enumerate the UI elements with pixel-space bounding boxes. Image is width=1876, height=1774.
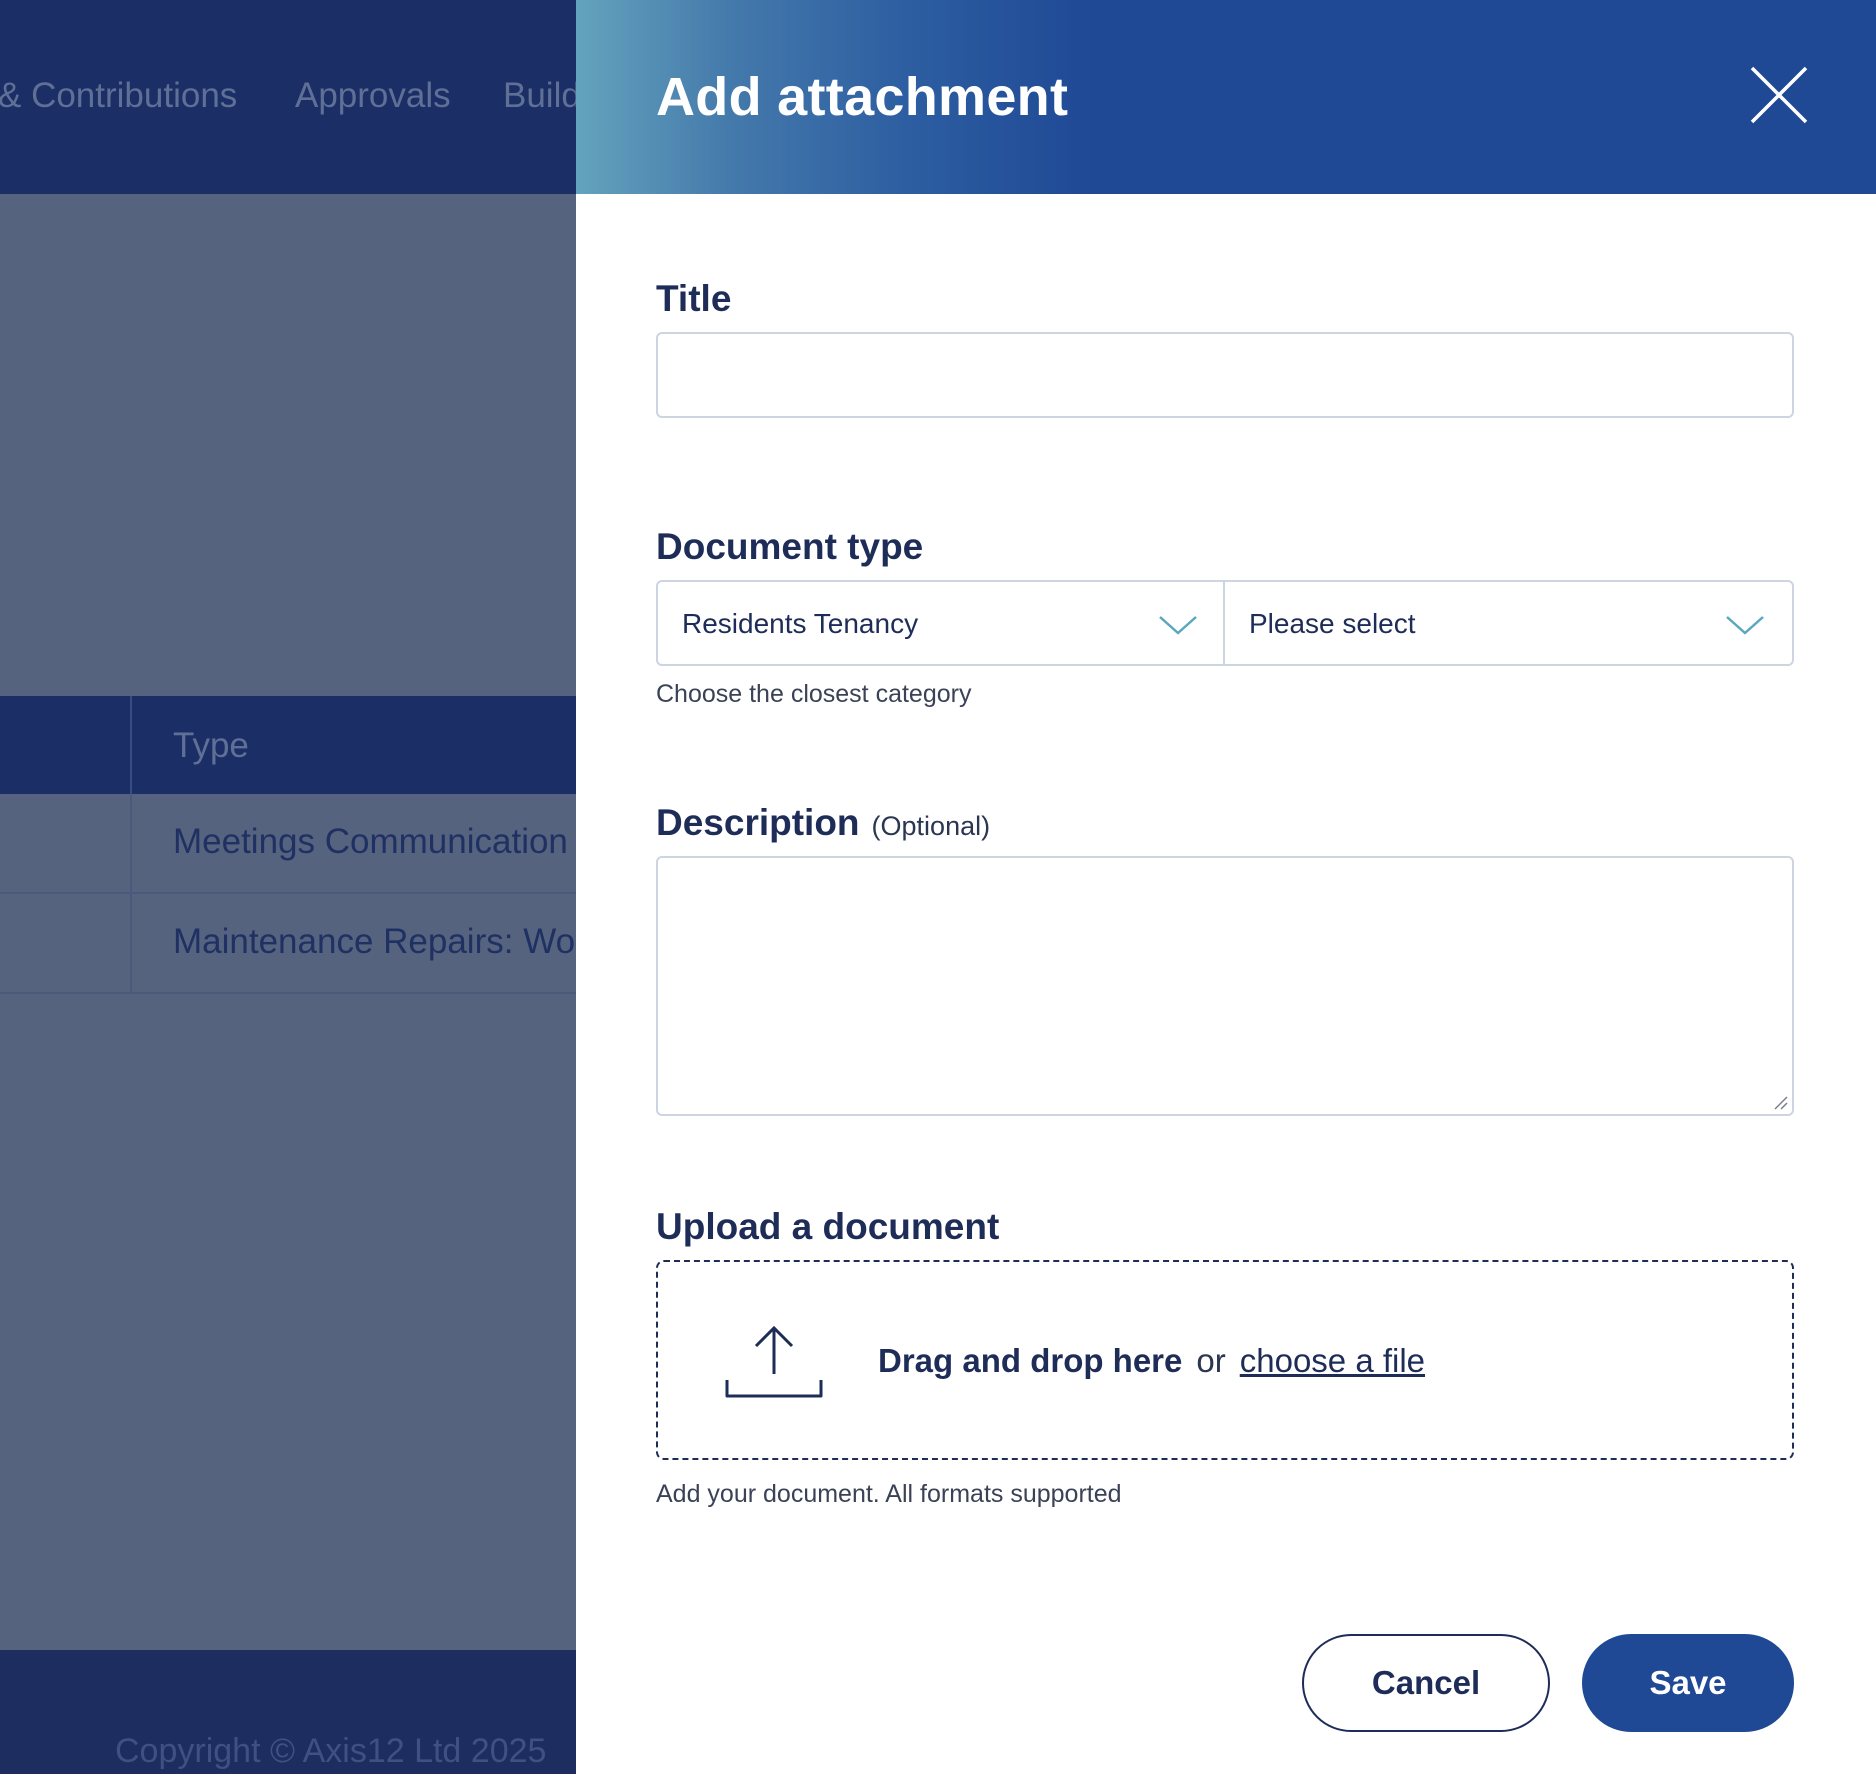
chevron-down-icon <box>1159 616 1197 635</box>
save-button[interactable]: Save <box>1582 1634 1794 1732</box>
description-textarea[interactable] <box>656 856 1794 1116</box>
upload-icon <box>725 1325 823 1398</box>
column-divider <box>130 794 132 892</box>
description-label: Description (Optional) <box>656 802 990 844</box>
title-label: Title <box>656 278 732 319</box>
chevron-down-icon <box>1726 616 1764 635</box>
table-row: Maintenance Repairs: Wo <box>0 894 576 994</box>
background-content: Type Meetings Communication Maintenance … <box>0 194 576 1650</box>
dropzone-text: Drag and drop here or choose a file <box>878 1342 1425 1380</box>
table-header-type: Type <box>173 726 249 765</box>
column-divider <box>130 696 132 794</box>
drawer-title: Add attachment <box>656 67 1069 127</box>
optional-tag: (Optional) <box>871 811 991 841</box>
select-value: Residents Tenancy <box>682 608 919 639</box>
resize-handle-icon[interactable] <box>1772 1094 1788 1110</box>
table-cell-type: Meetings Communication <box>173 822 568 861</box>
nav-item-build: Build <box>503 76 576 115</box>
document-type-label: Document type <box>656 526 924 567</box>
table-row: Meetings Communication <box>0 794 576 894</box>
document-type-subcategory-select[interactable]: Please select <box>1225 582 1792 664</box>
nav-item-approvals: Approvals <box>295 76 451 115</box>
choose-file-link[interactable]: choose a file <box>1240 1342 1425 1379</box>
background-nav: & Contributions Approvals Build <box>0 0 576 194</box>
upload-label: Upload a document <box>656 1206 1000 1247</box>
footer-copyright: Copyright © Axis12 Ltd 2025 <box>115 1732 547 1770</box>
table-header: Type <box>0 696 576 794</box>
nav-item-contributions: & Contributions <box>0 76 238 115</box>
document-type-category-select[interactable]: Residents Tenancy <box>658 582 1225 664</box>
upload-dropzone[interactable]: Drag and drop here or choose a file <box>656 1260 1794 1460</box>
add-attachment-drawer: Add attachment Title Document type Resid… <box>576 0 1876 1774</box>
close-icon <box>1750 66 1808 124</box>
title-input[interactable] <box>656 332 1794 418</box>
drawer-header: Add attachment <box>576 0 1876 194</box>
drag-drop-text: Drag and drop here <box>878 1342 1183 1379</box>
description-label-text: Description <box>656 802 860 843</box>
background-footer: Copyright © Axis12 Ltd 2025 <box>0 1650 576 1774</box>
table-cell-type: Maintenance Repairs: Wo <box>173 922 576 961</box>
column-divider <box>130 894 132 992</box>
document-type-select-group: Residents Tenancy Please select <box>656 580 1794 666</box>
upload-hint: Add your document. All formats supported <box>656 1480 1122 1508</box>
document-type-hint: Choose the closest category <box>656 680 972 708</box>
close-button[interactable] <box>1746 62 1812 128</box>
cancel-button[interactable]: Cancel <box>1302 1634 1550 1732</box>
select-value: Please select <box>1249 608 1416 639</box>
or-text: or <box>1196 1342 1226 1379</box>
